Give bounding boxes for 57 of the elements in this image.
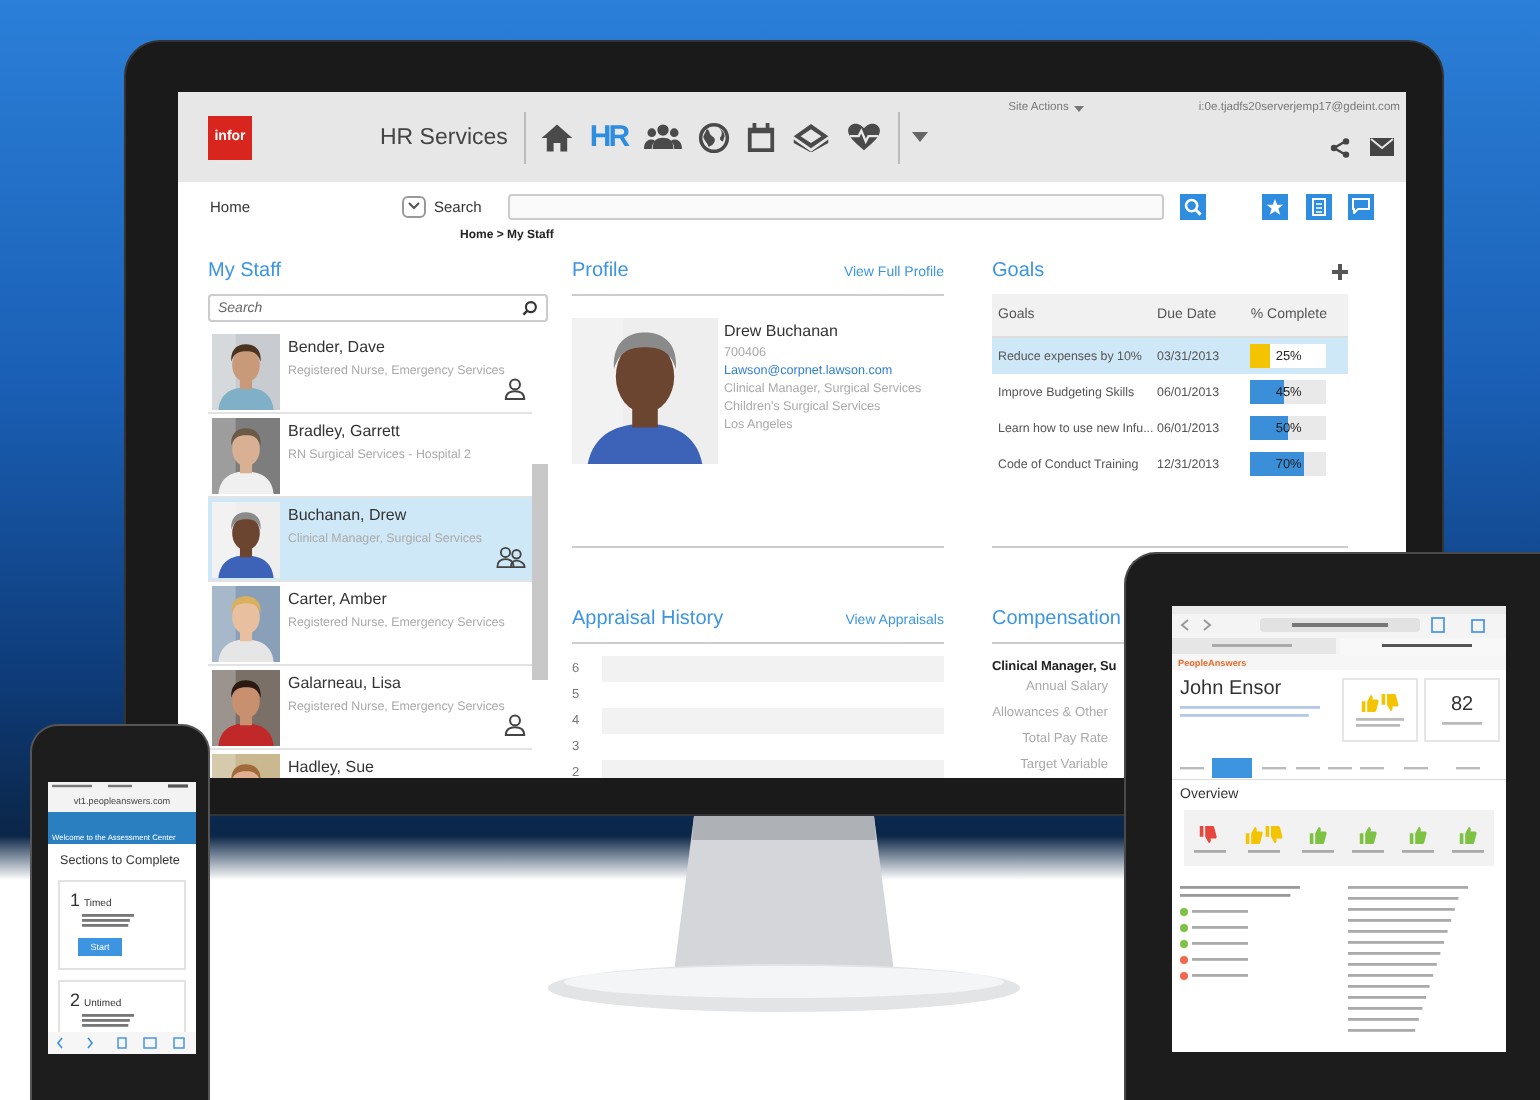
help-button[interactable] (1348, 193, 1374, 219)
text-lines-drawing (1352, 850, 1385, 854)
text-lines-drawing (1452, 850, 1485, 854)
text-lines-drawing (1192, 910, 1248, 914)
document-button[interactable] (1306, 193, 1332, 219)
dropdown-button[interactable] (402, 195, 426, 217)
mail-icon[interactable] (1370, 138, 1394, 156)
section-title: My Staff (208, 260, 283, 282)
candidate-name: John Ensor (1180, 678, 1284, 700)
favorite-button[interactable] (1262, 193, 1288, 219)
home-icon[interactable] (539, 121, 574, 153)
text-lines-drawing (1356, 717, 1404, 727)
section-number: 2 (70, 990, 81, 1010)
person-icon (504, 714, 526, 736)
heart-icon[interactable] (845, 122, 882, 152)
scrollbar[interactable] (532, 464, 548, 680)
staff-name: Bender, Dave (288, 338, 387, 356)
person-icon (504, 378, 526, 400)
add-icon[interactable] (1332, 263, 1348, 279)
globe-icon[interactable] (697, 121, 730, 153)
staff-name: Hadley, Sue (288, 758, 374, 776)
text-lines-drawing (1180, 886, 1300, 898)
text-lines-drawing (1192, 974, 1248, 978)
share-icon[interactable] (1330, 138, 1350, 158)
section-title: Appraisal History (572, 608, 724, 630)
text-lines-drawing (82, 1014, 134, 1028)
search-icon (522, 300, 538, 316)
text-lines-drawing (1247, 850, 1280, 854)
section-number: 1 (70, 890, 81, 910)
text-lines-drawing (1302, 850, 1335, 854)
text-lines-drawing (1192, 942, 1248, 946)
text-lines-drawing (1192, 958, 1248, 962)
staff-name: Galarneau, Lisa (288, 674, 403, 692)
calendar-icon[interactable] (745, 121, 776, 153)
text-lines-drawing (82, 914, 134, 928)
text-lines-drawing (1442, 722, 1482, 726)
thumb-icon (1359, 693, 1401, 711)
text-lines-drawing (1180, 706, 1320, 718)
app-title: HR Services (380, 125, 508, 149)
overall-score: 82 (1450, 694, 1474, 716)
text-lines-drawing (1402, 850, 1435, 854)
caret-icon[interactable] (1074, 105, 1085, 111)
section-title: Compensation (992, 608, 1121, 630)
staff-name: Buchanan, Drew (288, 506, 409, 524)
text-lines-drawing (1192, 926, 1248, 930)
profile-name: Drew Buchanan (724, 322, 840, 340)
people-icon[interactable] (643, 122, 682, 152)
caret-icon[interactable] (911, 132, 928, 142)
section-title: Goals (992, 260, 1045, 282)
group-icon (496, 546, 526, 568)
text-lines-drawing (1193, 850, 1226, 854)
chevron-icon (408, 202, 420, 210)
search-field[interactable] (508, 193, 1164, 219)
staff-name: Carter, Amber (288, 590, 389, 608)
search-button[interactable] (1180, 193, 1206, 219)
staff-name: Bradley, Garrett (288, 422, 402, 440)
section-title: Profile (572, 260, 629, 282)
